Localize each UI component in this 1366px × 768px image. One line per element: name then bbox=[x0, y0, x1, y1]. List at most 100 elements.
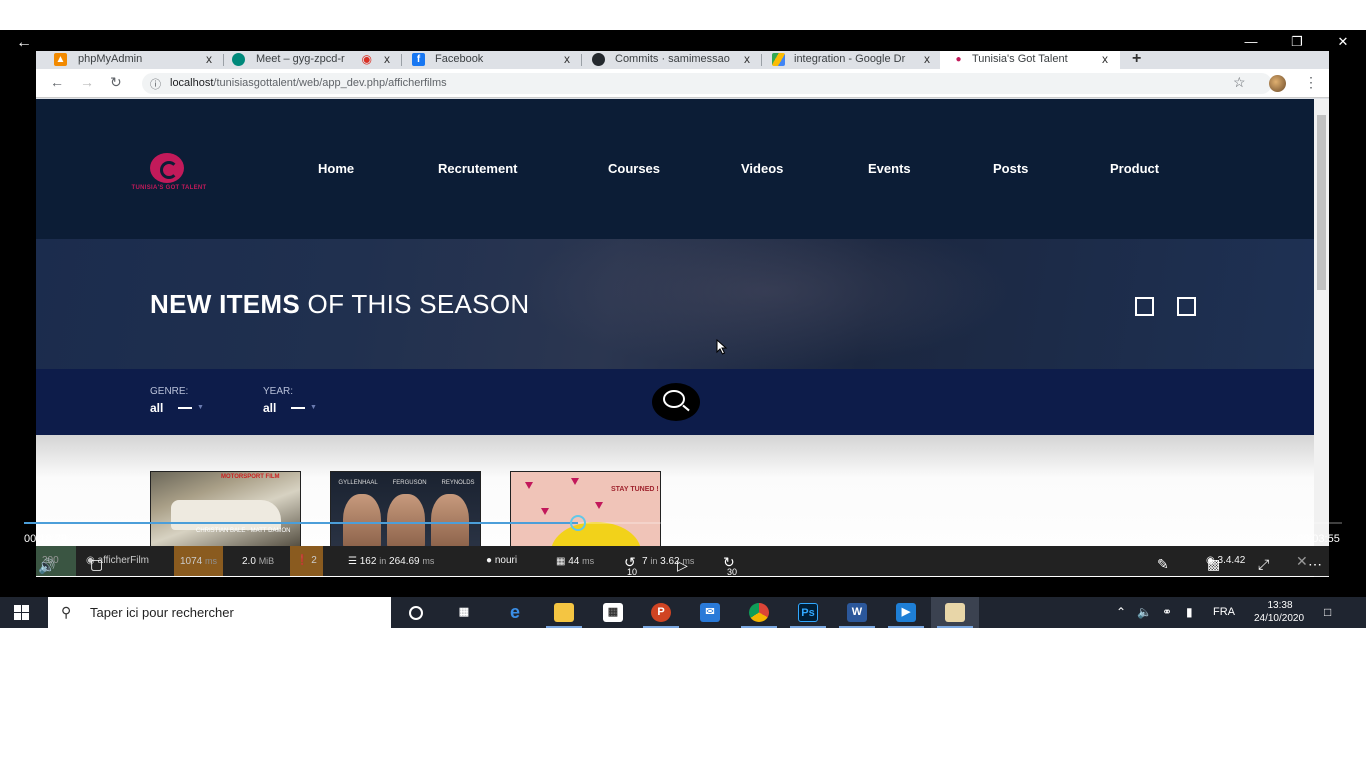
windows-start-icon[interactable] bbox=[14, 605, 30, 621]
scrollbar-thumb[interactable] bbox=[1317, 115, 1326, 290]
video-progress-bar[interactable] bbox=[24, 515, 1342, 531]
menu-dots-icon[interactable]: ⋮ bbox=[1304, 74, 1318, 91]
notifications-icon[interactable]: □ bbox=[1324, 605, 1331, 619]
fullscreen-icon[interactable]: ⤢ bbox=[1258, 556, 1269, 573]
windows-taskbar: ⚲ Taper ici pour rechercher ▦ e ▦ P ✉ Ps… bbox=[0, 597, 1366, 628]
site-logo[interactable]: TUNISIA'S GOT TALENT bbox=[124, 151, 214, 195]
clock-time[interactable]: 13:38 bbox=[1250, 600, 1310, 611]
restore-icon[interactable]: ❐ bbox=[1287, 34, 1307, 50]
taskbar-store[interactable]: ▦ bbox=[589, 597, 637, 628]
twig-unit: ms bbox=[582, 556, 595, 566]
tab-close-icon[interactable]: x bbox=[744, 52, 750, 66]
version-label: 3.4.42 bbox=[1217, 555, 1246, 566]
nav-videos[interactable]: Videos bbox=[741, 161, 783, 176]
taskbar-chrome[interactable] bbox=[735, 597, 783, 628]
phpmyadmin-icon: ▲ bbox=[54, 53, 67, 66]
site-favicon-icon: ● bbox=[952, 53, 965, 66]
nav-events[interactable]: Events bbox=[868, 161, 911, 176]
taskbar-mail[interactable]: ✉ bbox=[686, 597, 734, 628]
tray-overflow-icon[interactable]: ⌃ bbox=[1116, 605, 1126, 619]
cortana-button[interactable] bbox=[392, 597, 440, 628]
edit-pen-icon[interactable]: ✎ bbox=[1157, 556, 1169, 573]
year-select[interactable]: all bbox=[263, 401, 276, 415]
tab-meet[interactable]: Meet – gyg-zpcd-r ◉ x bbox=[226, 51, 396, 69]
nav-recrutement[interactable]: Recrutement bbox=[438, 161, 517, 176]
nav-home[interactable]: Home bbox=[318, 161, 354, 176]
captions-icon[interactable]: ▢ bbox=[90, 556, 103, 573]
close-window-icon[interactable]: ✕ bbox=[1333, 34, 1353, 50]
page-scrollbar[interactable] bbox=[1314, 99, 1329, 577]
progress-fill bbox=[24, 522, 578, 524]
running-indicator bbox=[741, 626, 777, 628]
more-options-icon[interactable]: ⋯ bbox=[1308, 556, 1322, 573]
carousel-next-button[interactable] bbox=[1177, 297, 1196, 316]
taskbar-edge[interactable]: e bbox=[491, 597, 539, 628]
carousel-prev-button[interactable] bbox=[1135, 297, 1154, 316]
play-icon[interactable]: ▷ bbox=[677, 557, 688, 574]
warnings-panel[interactable]: ❗ 2 bbox=[290, 546, 323, 576]
confetti-shape bbox=[541, 508, 549, 515]
memory-panel[interactable]: 2.0 MiB bbox=[236, 546, 280, 576]
new-tab-button[interactable]: + bbox=[1132, 50, 1141, 68]
tab-github[interactable]: Commits · samimessao x bbox=[584, 51, 756, 69]
network-icon[interactable]: ⚭ bbox=[1162, 605, 1172, 619]
genre-select[interactable]: all bbox=[150, 401, 163, 415]
url-host: localhost bbox=[170, 77, 214, 89]
search-button[interactable] bbox=[652, 383, 700, 421]
battery-icon[interactable]: ▮ bbox=[1186, 605, 1193, 619]
minimize-icon[interactable]: — bbox=[1241, 34, 1261, 49]
database-panel[interactable]: ☰ 162 in 264.69 ms bbox=[342, 546, 440, 576]
twig-icon: ▦ bbox=[556, 556, 566, 567]
movie-poster[interactable]: MOTORSPORT FILM CHRISTIAN BALE · MATT DA… bbox=[150, 471, 301, 549]
user-panel[interactable]: ● nouri bbox=[480, 546, 523, 576]
clock-date[interactable]: 24/10/2020 bbox=[1246, 613, 1312, 624]
taskbar-video[interactable]: ▶ bbox=[882, 597, 930, 628]
tab-google-drive[interactable]: integration - Google Dr x bbox=[764, 51, 936, 69]
queries-in: in bbox=[379, 556, 387, 566]
tab-facebook[interactable]: f Facebook x bbox=[404, 51, 576, 69]
time-panel[interactable]: 1074 ms bbox=[174, 546, 224, 576]
movie-poster[interactable]: GYLLENHAAL FERGUSON REYNOLDS bbox=[330, 471, 481, 549]
chevron-down-icon[interactable]: ▼ bbox=[197, 404, 204, 411]
tab-close-icon[interactable]: x bbox=[384, 52, 390, 66]
video-app-icon: ▶ bbox=[896, 603, 916, 622]
taskbar-powerpoint[interactable]: P bbox=[637, 597, 685, 628]
movie-poster[interactable]: STAY TUNED ! bbox=[510, 471, 661, 549]
tab-tunisias-got-talent[interactable]: ● Tunisia's Got Talent x bbox=[940, 51, 1120, 69]
progress-knob[interactable] bbox=[569, 515, 586, 531]
tab-label: Meet – gyg-zpcd-r bbox=[256, 53, 345, 65]
nav-posts[interactable]: Posts bbox=[993, 161, 1028, 176]
task-view-button[interactable]: ▦ bbox=[440, 597, 488, 628]
tab-phpmyadmin[interactable]: ▲ phpMyAdmin x bbox=[48, 51, 218, 69]
taskbar-file-explorer[interactable] bbox=[540, 597, 588, 628]
taskbar-search-input[interactable]: ⚲ Taper ici pour rechercher bbox=[48, 597, 391, 628]
taskbar-photoshop[interactable]: Ps bbox=[784, 597, 832, 628]
nav-product[interactable]: Product bbox=[1110, 161, 1159, 176]
bookmark-star-icon[interactable]: ☆ bbox=[1233, 74, 1246, 91]
back-icon[interactable]: ← bbox=[50, 74, 64, 90]
reload-icon[interactable]: ↻ bbox=[110, 74, 122, 91]
taskbar-word[interactable]: W bbox=[833, 597, 881, 628]
running-indicator bbox=[790, 626, 826, 628]
chevron-down-icon[interactable]: ▼ bbox=[310, 404, 317, 411]
task-view-icon: ▦ bbox=[458, 606, 470, 618]
tab-close-icon[interactable]: x bbox=[924, 52, 930, 66]
tab-close-icon[interactable]: x bbox=[564, 52, 570, 66]
url-text: localhost/tunisiasgottalent/web/app_dev.… bbox=[170, 77, 447, 89]
tab-label: Tunisia's Got Talent bbox=[972, 53, 1068, 65]
tab-close-icon[interactable]: x bbox=[206, 52, 212, 66]
info-icon[interactable]: ⓘ bbox=[150, 76, 161, 92]
tab-close-icon[interactable]: x bbox=[1102, 52, 1108, 66]
cache-panel[interactable]: 7 in 3.62 ms bbox=[636, 546, 700, 576]
avatar[interactable] bbox=[1269, 75, 1286, 92]
mini-view-icon[interactable]: ▩ bbox=[1207, 556, 1220, 573]
taskbar-paint[interactable] bbox=[931, 597, 979, 628]
forward-icon[interactable]: → bbox=[80, 74, 94, 90]
twig-panel[interactable]: ▦ 44 ms bbox=[550, 546, 600, 576]
nav-courses[interactable]: Courses bbox=[608, 161, 660, 176]
volume-tray-icon[interactable]: 🔈 bbox=[1137, 605, 1152, 619]
back-arrow-icon[interactable]: ← bbox=[16, 34, 32, 52]
language-indicator[interactable]: FRA bbox=[1213, 606, 1235, 618]
volume-icon[interactable]: 🔊 bbox=[38, 558, 55, 575]
url-input[interactable]: ⓘ localhost/tunisiasgottalent/web/app_de… bbox=[142, 73, 1272, 94]
